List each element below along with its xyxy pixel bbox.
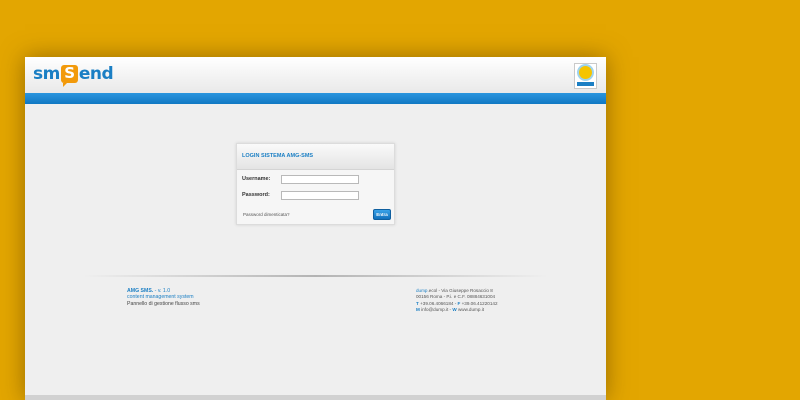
company-address-street: .ecol - Via Giuseppe Rosaccio 8 <box>427 288 493 293</box>
mail-address[interactable]: info@dump.it - <box>420 307 453 312</box>
password-label: Password: <box>242 192 270 198</box>
logo-text-left: sm <box>33 64 60 84</box>
blue-nav-bar <box>25 93 606 104</box>
forgot-password-link[interactable]: Password dimenticata? <box>243 212 290 217</box>
bottom-strip <box>25 395 606 400</box>
sun-shape <box>579 66 592 79</box>
username-input[interactable] <box>281 175 359 184</box>
footer-app-info: AMG SMS. - v. 1.0 content management sys… <box>127 288 200 307</box>
app-window: sm S end LOGIN SISTEMA AMG-SMS Username:… <box>25 57 606 400</box>
footer-company-info: dump.ecol - Via Giuseppe Rosaccio 8 0015… <box>416 288 498 314</box>
footer-divider <box>25 275 606 277</box>
login-title: LOGIN SISTEMA AMG-SMS <box>237 144 394 170</box>
phone-number: +39.06.4066184 - <box>418 300 458 306</box>
logo-s-box: S <box>60 65 78 87</box>
sun-logo-icon <box>574 63 597 89</box>
app-version: - v. 1.0 <box>153 288 171 294</box>
company-brand[interactable]: dump <box>416 288 428 293</box>
login-panel: LOGIN SISTEMA AMG-SMS Username: Password… <box>236 143 395 225</box>
password-input[interactable] <box>281 191 359 200</box>
logo-text-right: end <box>78 64 114 84</box>
badge-stripe <box>577 82 594 86</box>
app-subtitle: Pannello di gestione flusso sms <box>127 300 200 307</box>
username-label: Username: <box>242 176 271 182</box>
web-address[interactable]: www.dump.it <box>457 307 484 312</box>
smsend-logo[interactable]: sm S end <box>33 64 114 87</box>
login-button[interactable]: Entra <box>373 209 391 220</box>
app-description: content management system <box>127 294 194 301</box>
fax-number: +39.06.41220142 <box>460 300 498 306</box>
header-bar: sm S end <box>25 57 606 93</box>
company-contact-line: M info@dump.it - W www.dump.it <box>416 307 498 313</box>
app-name: AMG SMS. <box>127 288 154 294</box>
